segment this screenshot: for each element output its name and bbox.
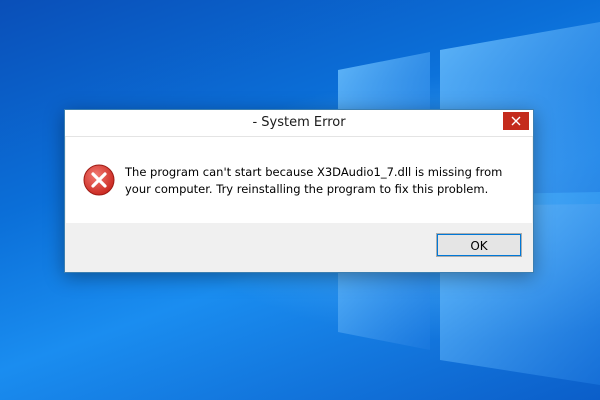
ok-button[interactable]: OK [436, 233, 522, 257]
close-button[interactable] [503, 112, 529, 130]
dialog-footer: OK [65, 223, 533, 271]
close-icon [511, 116, 521, 126]
error-message: The program can't start because X3DAudio… [125, 165, 503, 196]
dialog-title: - System Error [252, 115, 346, 130]
title-bar[interactable]: - System Error [65, 110, 533, 137]
error-x-icon [83, 164, 115, 196]
system-error-dialog: - System Error The program can't start b… [64, 109, 534, 273]
dialog-content: The program can't start because X3DAudio… [66, 137, 532, 223]
